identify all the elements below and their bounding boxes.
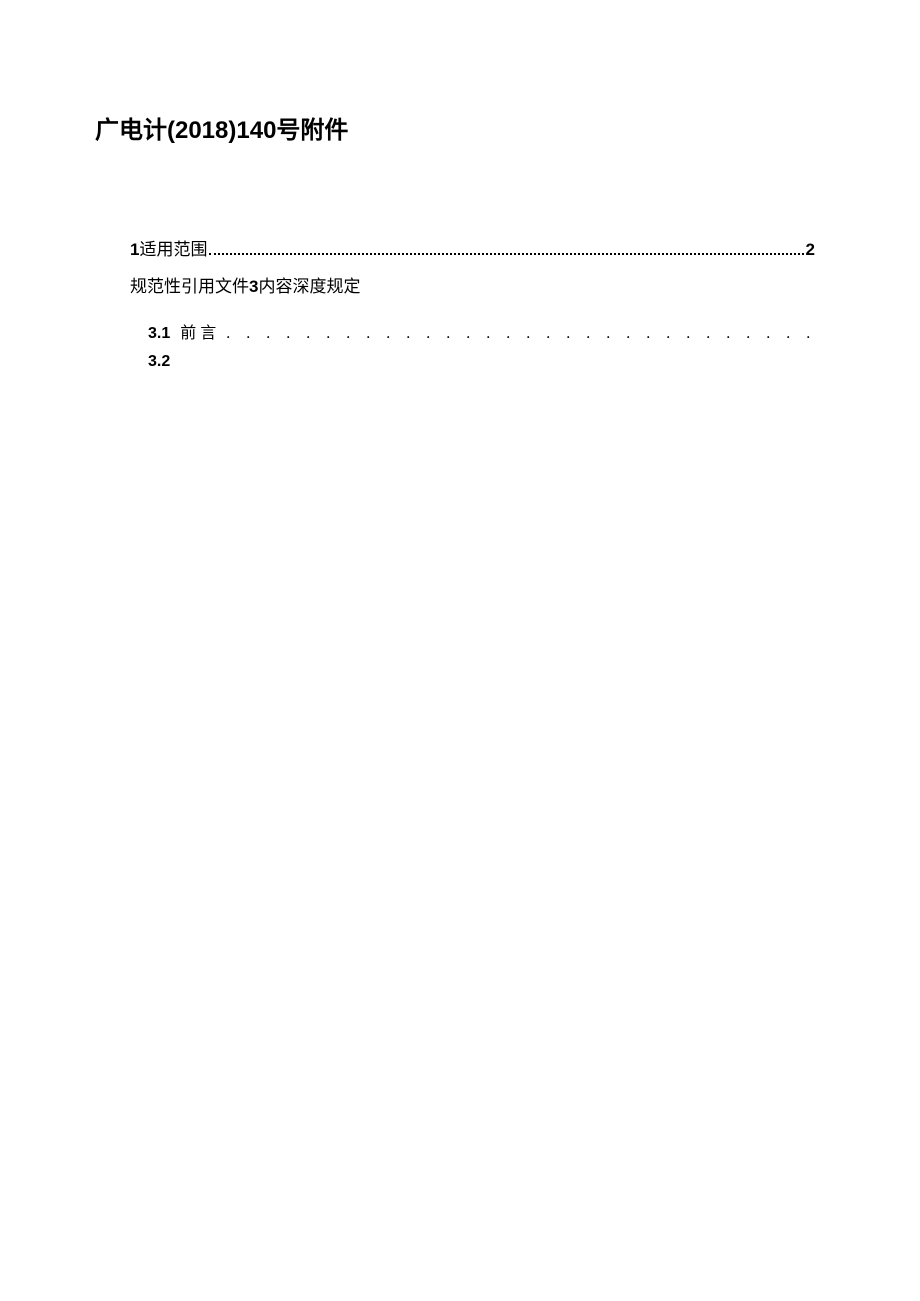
toc-entry-prefix: 规范性引用文件 bbox=[130, 277, 249, 296]
toc-entry-number: 3.2 bbox=[148, 353, 170, 370]
toc-entry-suffix: 内容深度规定 bbox=[258, 277, 360, 296]
toc-entry-3: 3.1 前言 . . . . . . . . . . . . . . . . .… bbox=[130, 319, 815, 343]
toc-entry-label: 前言 bbox=[180, 319, 220, 343]
toc-leader-dots: . . . . . . . . . . . . . . . . . . . . … bbox=[226, 325, 815, 343]
toc-entry-label: 适用范围 bbox=[139, 235, 207, 260]
toc-entry-1: 1适用范围 2 bbox=[130, 235, 815, 260]
toc-leader-dots bbox=[209, 253, 803, 255]
toc-entry-number: 1 bbox=[130, 240, 139, 260]
document-page: 广电计(2018)140号附件 1适用范围 2 规范性引用文件3内容深度规定 3… bbox=[0, 0, 920, 371]
toc-entry-number: 3.1 bbox=[148, 325, 170, 343]
document-title: 广电计(2018)140号附件 bbox=[95, 110, 825, 145]
toc-entry-4: 3.2 bbox=[130, 353, 815, 371]
toc-entry-2: 规范性引用文件3内容深度规定 bbox=[130, 272, 815, 297]
table-of-contents: 1适用范围 2 规范性引用文件3内容深度规定 3.1 前言 . . . . . … bbox=[95, 235, 825, 371]
toc-page-number: 2 bbox=[806, 240, 815, 260]
